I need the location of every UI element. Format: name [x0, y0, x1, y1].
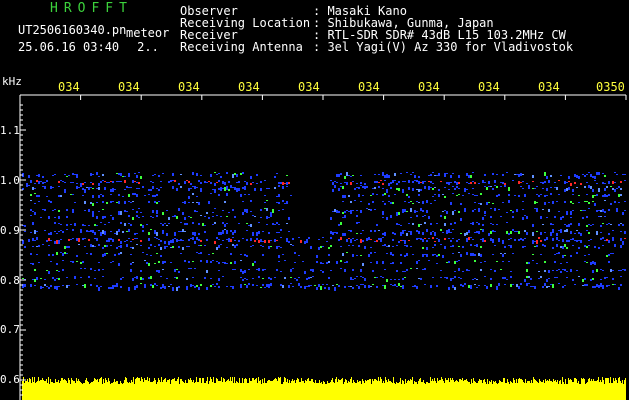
- x-tick-label: 034: [178, 80, 200, 94]
- y-axis-unit: kHz: [2, 75, 22, 88]
- x-tick-label: 034: [418, 80, 440, 94]
- x-tick-label: 034: [58, 80, 80, 94]
- y-tick-label: 0.8: [0, 274, 20, 287]
- x-tick-label: 034: [358, 80, 380, 94]
- y-tick-label: 0.9: [0, 224, 20, 237]
- x-tick-label: 034: [298, 80, 320, 94]
- x-tick-label: 0350: [596, 80, 625, 94]
- spectrogram-plot: [19, 94, 627, 400]
- app-title: HROFFT: [50, 1, 133, 16]
- antenna-value: : 3el Yagi(V) Az 330 for Vladivostok: [313, 40, 574, 54]
- y-tick-label: 1.1: [0, 124, 20, 137]
- y-tick-label: 0.6: [0, 373, 20, 386]
- y-tick-label: 0.7: [0, 323, 20, 336]
- meteor-label: meteor: [126, 26, 170, 40]
- timestamp-text: 25.06.16 03:40: [18, 40, 120, 54]
- hrofft-screen: HROFFT UT2506160340.pn meteor 25.06.16 0…: [0, 0, 629, 400]
- x-tick-label: 034: [538, 80, 560, 94]
- x-tick-label: 034: [118, 80, 140, 94]
- x-tick-label: 034: [478, 80, 500, 94]
- x-tick-label: 034: [238, 80, 260, 94]
- image-filename: UT2506160340.pn: [18, 23, 127, 37]
- antenna-label: Receiving Antenna: [180, 40, 303, 54]
- y-tick-label: 1.0: [0, 174, 20, 187]
- timestamp: 25.06.16 03:40 2..: [18, 41, 159, 53]
- counter: 2..: [137, 40, 159, 54]
